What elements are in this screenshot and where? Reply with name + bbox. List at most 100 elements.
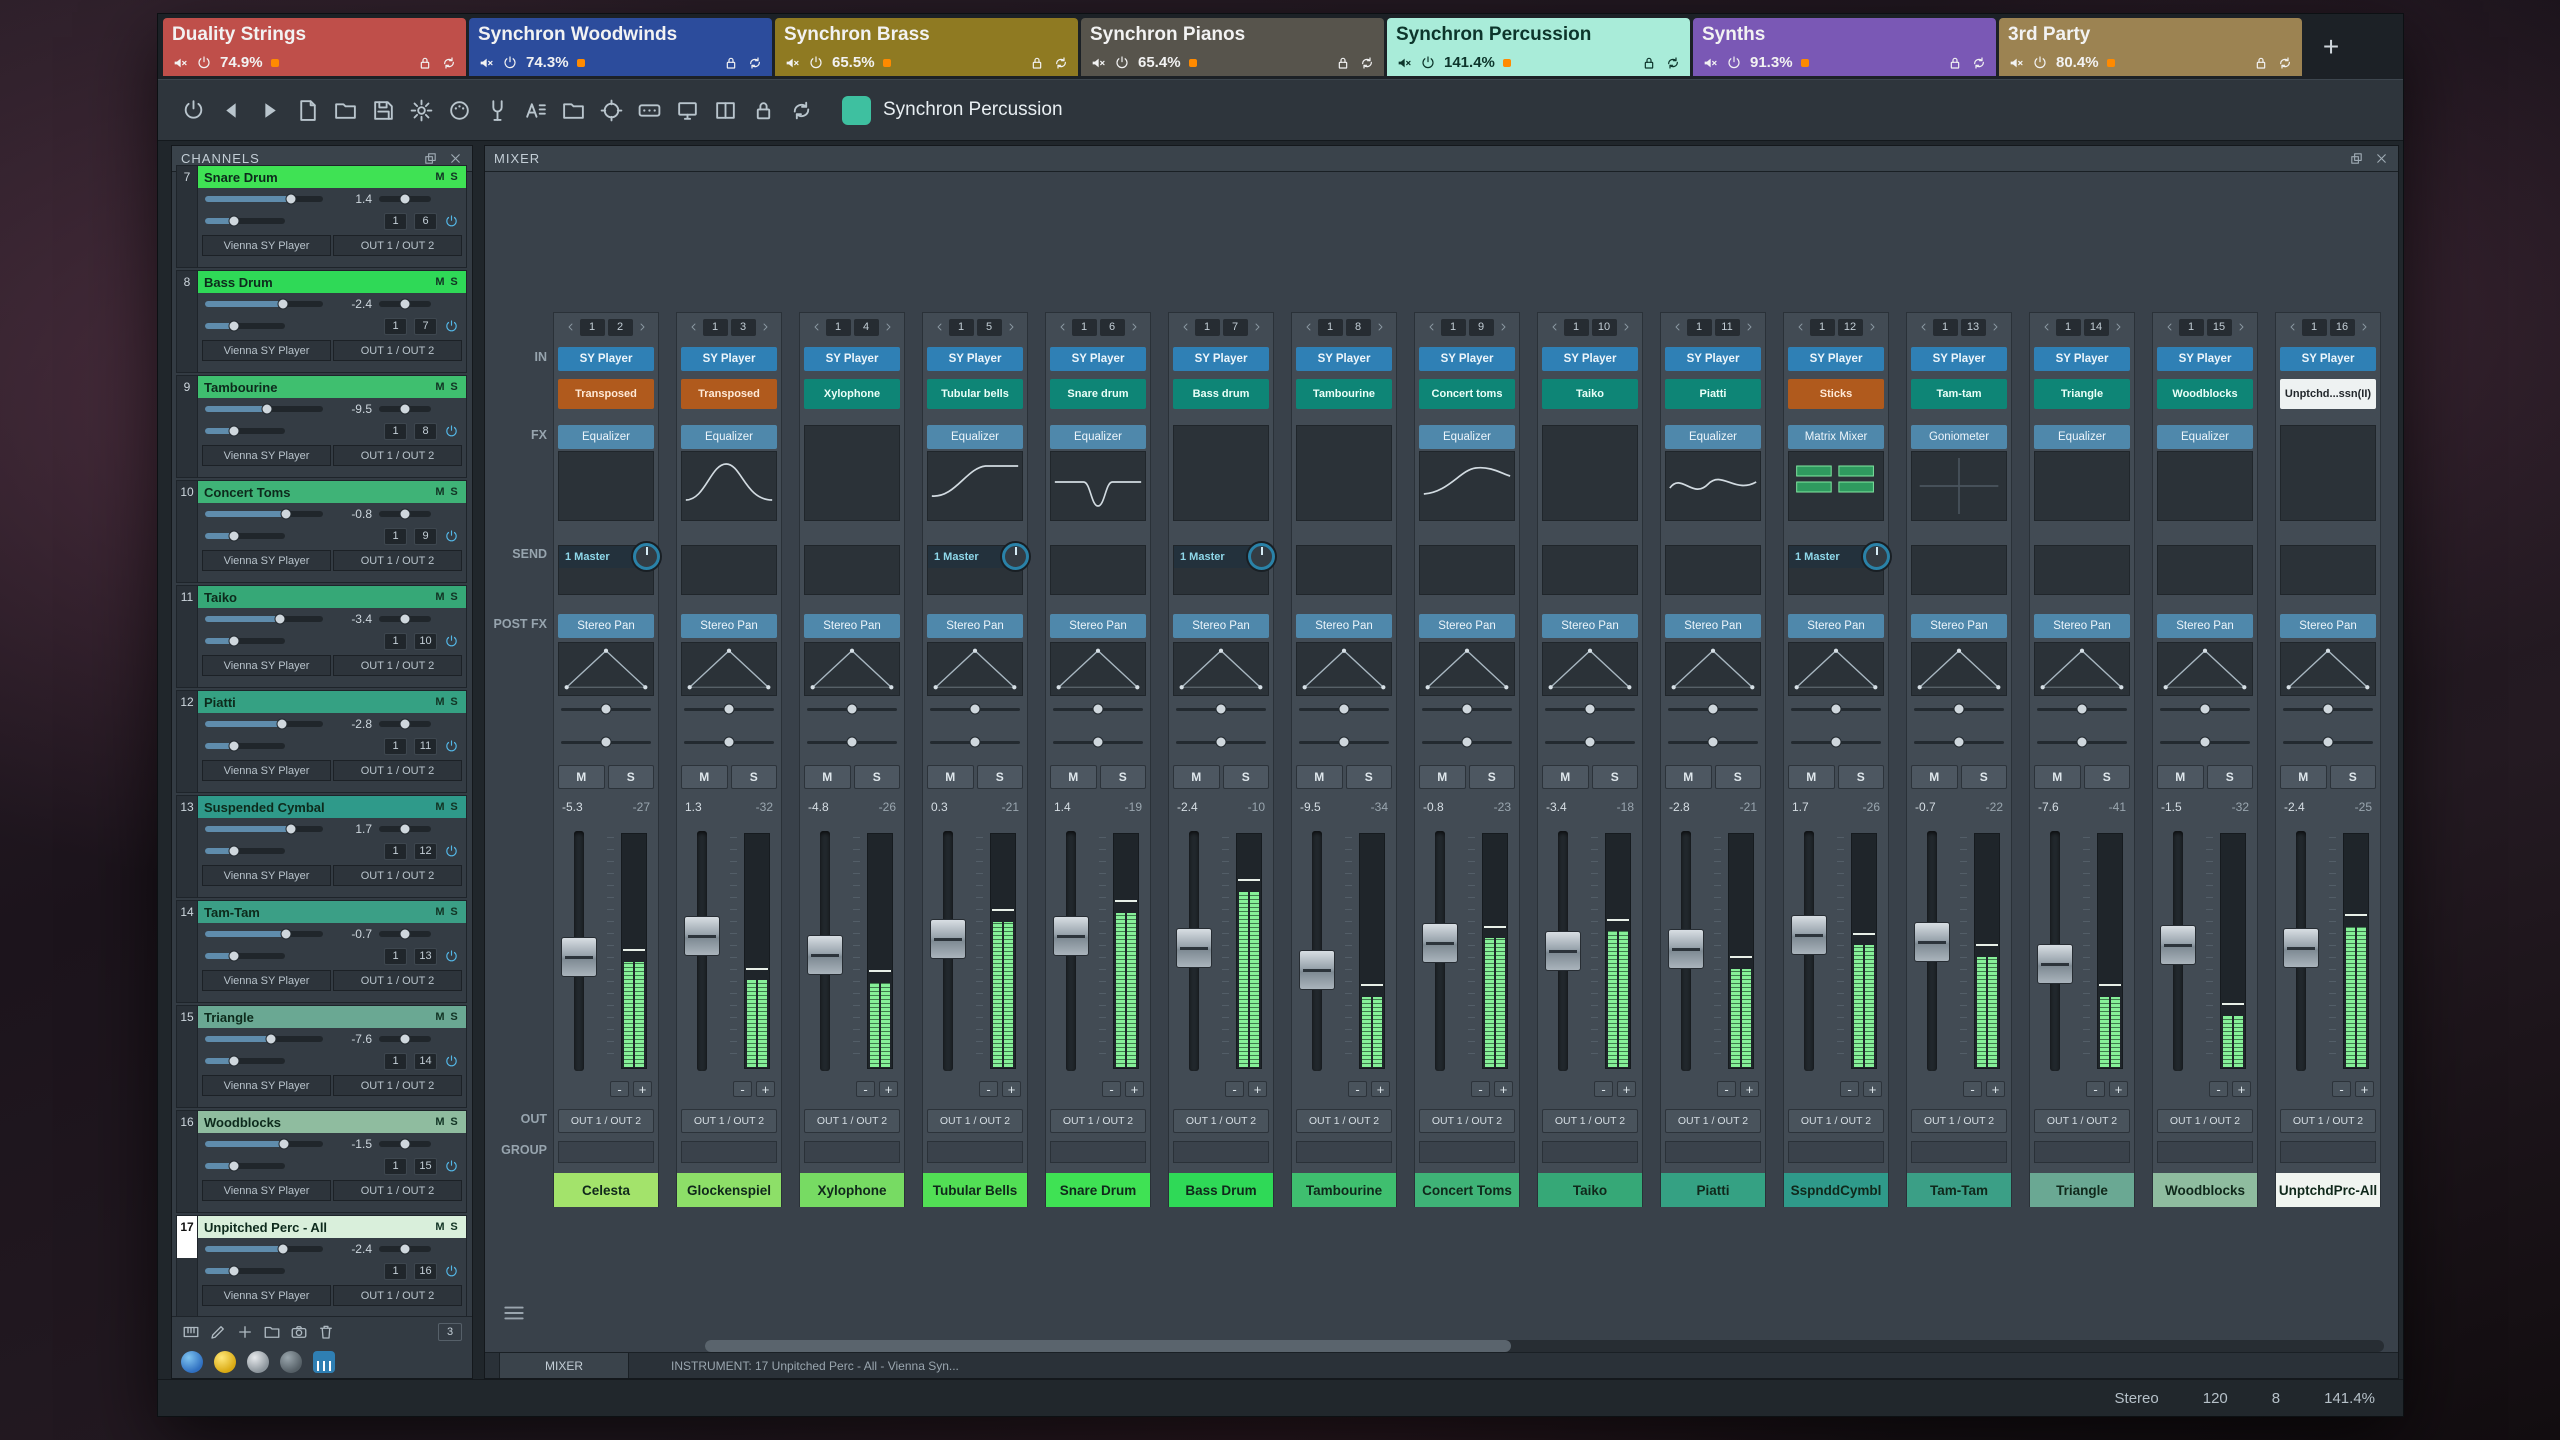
channel-solo-button[interactable]: S: [447, 590, 461, 605]
strip-width-slider[interactable]: [1053, 736, 1143, 748]
strip-fx-display[interactable]: [558, 451, 654, 521]
tab-power-button[interactable]: [1726, 55, 1742, 71]
channel-count-box[interactable]: 3: [438, 1323, 462, 1341]
session-tab[interactable]: Synchron Brass 65.5%: [775, 18, 1078, 76]
strip-group-slot[interactable]: [1542, 1141, 1638, 1163]
channel-item[interactable]: 12 Piatti M S -2.8 1 11 Vienna SY Player: [176, 690, 467, 793]
strip-midi-channel[interactable]: 4: [854, 319, 879, 336]
strip-send-slot[interactable]: 1 Master: [927, 545, 1023, 595]
toolbar-folder-button[interactable]: [554, 91, 592, 129]
tab-power-button[interactable]: [2032, 55, 2048, 71]
strip-mute-button[interactable]: M: [1911, 765, 1958, 789]
scrollbar-thumb[interactable]: [705, 1340, 1511, 1352]
strip-solo-button[interactable]: S: [2084, 765, 2131, 789]
channel-header[interactable]: Concert Toms M S: [198, 481, 466, 503]
tab-sync-button[interactable]: [747, 55, 763, 71]
strip-send-slot[interactable]: [681, 545, 777, 595]
strip-group-slot[interactable]: [2034, 1141, 2130, 1163]
strip-patch-button[interactable]: Triangle: [2034, 379, 2130, 409]
strip-add-button[interactable]: +: [1494, 1081, 1513, 1097]
strip-patch-button[interactable]: Tam-tam: [1911, 379, 2007, 409]
strip-pan-button[interactable]: Stereo Pan: [927, 614, 1023, 638]
strip-input-button[interactable]: SY Player: [1911, 347, 2007, 371]
strip-output-button[interactable]: OUT 1 / OUT 2: [804, 1109, 900, 1133]
strip-patch-button[interactable]: Tubular bells: [927, 379, 1023, 409]
channel-volume-slider[interactable]: [205, 301, 323, 307]
strip-midi-channel[interactable]: 12: [1838, 319, 1863, 336]
strip-fx-button[interactable]: Equalizer: [1419, 425, 1515, 449]
chevron-left-icon[interactable]: [1303, 321, 1315, 333]
toolbar-rename-button[interactable]: [516, 91, 554, 129]
channel-port-box[interactable]: 1: [384, 528, 407, 545]
strip-midi-channel[interactable]: 6: [1100, 319, 1125, 336]
tab-lock-button[interactable]: [723, 55, 739, 71]
globe-icon[interactable]: [280, 1351, 302, 1373]
channel-expression-slider[interactable]: [205, 218, 285, 224]
mixer-menu-button[interactable]: [501, 1300, 527, 1326]
strip-midi-channel[interactable]: 13: [1961, 319, 1986, 336]
strip-midi-channel[interactable]: 9: [1469, 319, 1494, 336]
strip-send-knob[interactable]: [1248, 543, 1275, 570]
tab-sync-button[interactable]: [1665, 55, 1681, 71]
channel-player-button[interactable]: Vienna SY Player: [202, 655, 331, 676]
channel-output-button[interactable]: OUT 1 / OUT 2: [333, 655, 462, 676]
channel-midi-box[interactable]: 7: [414, 318, 437, 335]
channel-item[interactable]: 16 Woodblocks M S -1.5 1 15 Vienna SY Pl…: [176, 1110, 467, 1213]
toolbar-plug-button[interactable]: [440, 91, 478, 129]
channel-player-button[interactable]: Vienna SY Player: [202, 760, 331, 781]
channel-port-box[interactable]: 1: [384, 1053, 407, 1070]
channel-power-button[interactable]: [444, 739, 459, 754]
tab-power-button[interactable]: [196, 55, 212, 71]
channel-header[interactable]: Unpitched Perc - All M S: [198, 1216, 466, 1238]
strip-remove-button[interactable]: -: [1717, 1081, 1736, 1097]
channel-power-button[interactable]: [444, 844, 459, 859]
strip-fx-display[interactable]: [1296, 425, 1392, 521]
channel-port-box[interactable]: 1: [384, 423, 407, 440]
channels-folder-button[interactable]: [263, 1323, 281, 1341]
strip-name-label[interactable]: Woodblocks: [2153, 1173, 2257, 1207]
channel-volume-slider[interactable]: [205, 1246, 323, 1252]
channel-item[interactable]: 9 Tambourine M S -9.5 1 8 Vienna SY Play…: [176, 375, 467, 478]
strip-remove-button[interactable]: -: [2086, 1081, 2105, 1097]
toolbar-monitor-button[interactable]: [668, 91, 706, 129]
strip-fx-display[interactable]: [927, 451, 1023, 521]
tab-power-button[interactable]: [808, 55, 824, 71]
strip-group-slot[interactable]: [1173, 1141, 1269, 1163]
channel-header[interactable]: Snare Drum M S: [198, 166, 466, 188]
strip-send-slot[interactable]: [1542, 545, 1638, 595]
channels-plus-button[interactable]: [236, 1323, 254, 1341]
channel-output-button[interactable]: OUT 1 / OUT 2: [333, 1075, 462, 1096]
strip-fx-button[interactable]: Equalizer: [558, 425, 654, 449]
strip-group-slot[interactable]: [1911, 1141, 2007, 1163]
strip-send-slot[interactable]: 1 Master: [1173, 545, 1269, 595]
strip-mute-button[interactable]: M: [1788, 765, 1835, 789]
channel-volume-slider[interactable]: [205, 826, 323, 832]
session-tab[interactable]: Synchron Woodwinds 74.3%: [469, 18, 772, 76]
strip-pan-slider[interactable]: [1299, 703, 1389, 715]
channel-solo-button[interactable]: S: [447, 1010, 461, 1025]
channel-header[interactable]: Triangle M S: [198, 1006, 466, 1028]
channel-item[interactable]: 8 Bass Drum M S -2.4 1 7 Vienna SY Playe…: [176, 270, 467, 373]
channel-output-button[interactable]: OUT 1 / OUT 2: [333, 970, 462, 991]
chevron-right-icon[interactable]: [1620, 321, 1632, 333]
strip-patch-button[interactable]: Woodblocks: [2157, 379, 2253, 409]
strip-midi-channel[interactable]: 3: [731, 319, 756, 336]
channel-power-button[interactable]: [444, 634, 459, 649]
chevron-left-icon[interactable]: [1795, 321, 1807, 333]
strip-mute-button[interactable]: M: [681, 765, 728, 789]
toolbar-save-button[interactable]: [364, 91, 402, 129]
strip-name-label[interactable]: Celesta: [554, 1173, 658, 1207]
channel-port-box[interactable]: 1: [384, 318, 407, 335]
channel-power-button[interactable]: [444, 1264, 459, 1279]
toolbar-power-button[interactable]: [174, 91, 212, 129]
strip-add-button[interactable]: +: [1863, 1081, 1882, 1097]
strip-pan-button[interactable]: Stereo Pan: [558, 614, 654, 638]
strip-name-label[interactable]: Tam-Tam: [1907, 1173, 2011, 1207]
strip-add-button[interactable]: +: [1740, 1081, 1759, 1097]
strip-fader-handle[interactable]: [2037, 944, 2073, 984]
strip-send-slot[interactable]: [2157, 545, 2253, 595]
strip-port[interactable]: 1: [1318, 319, 1343, 336]
channel-item[interactable]: 7 Snare Drum M S 1.4 1 6 Vienna SY Playe…: [176, 165, 467, 268]
channel-player-button[interactable]: Vienna SY Player: [202, 1180, 331, 1201]
channel-midi-box[interactable]: 15: [414, 1158, 437, 1175]
